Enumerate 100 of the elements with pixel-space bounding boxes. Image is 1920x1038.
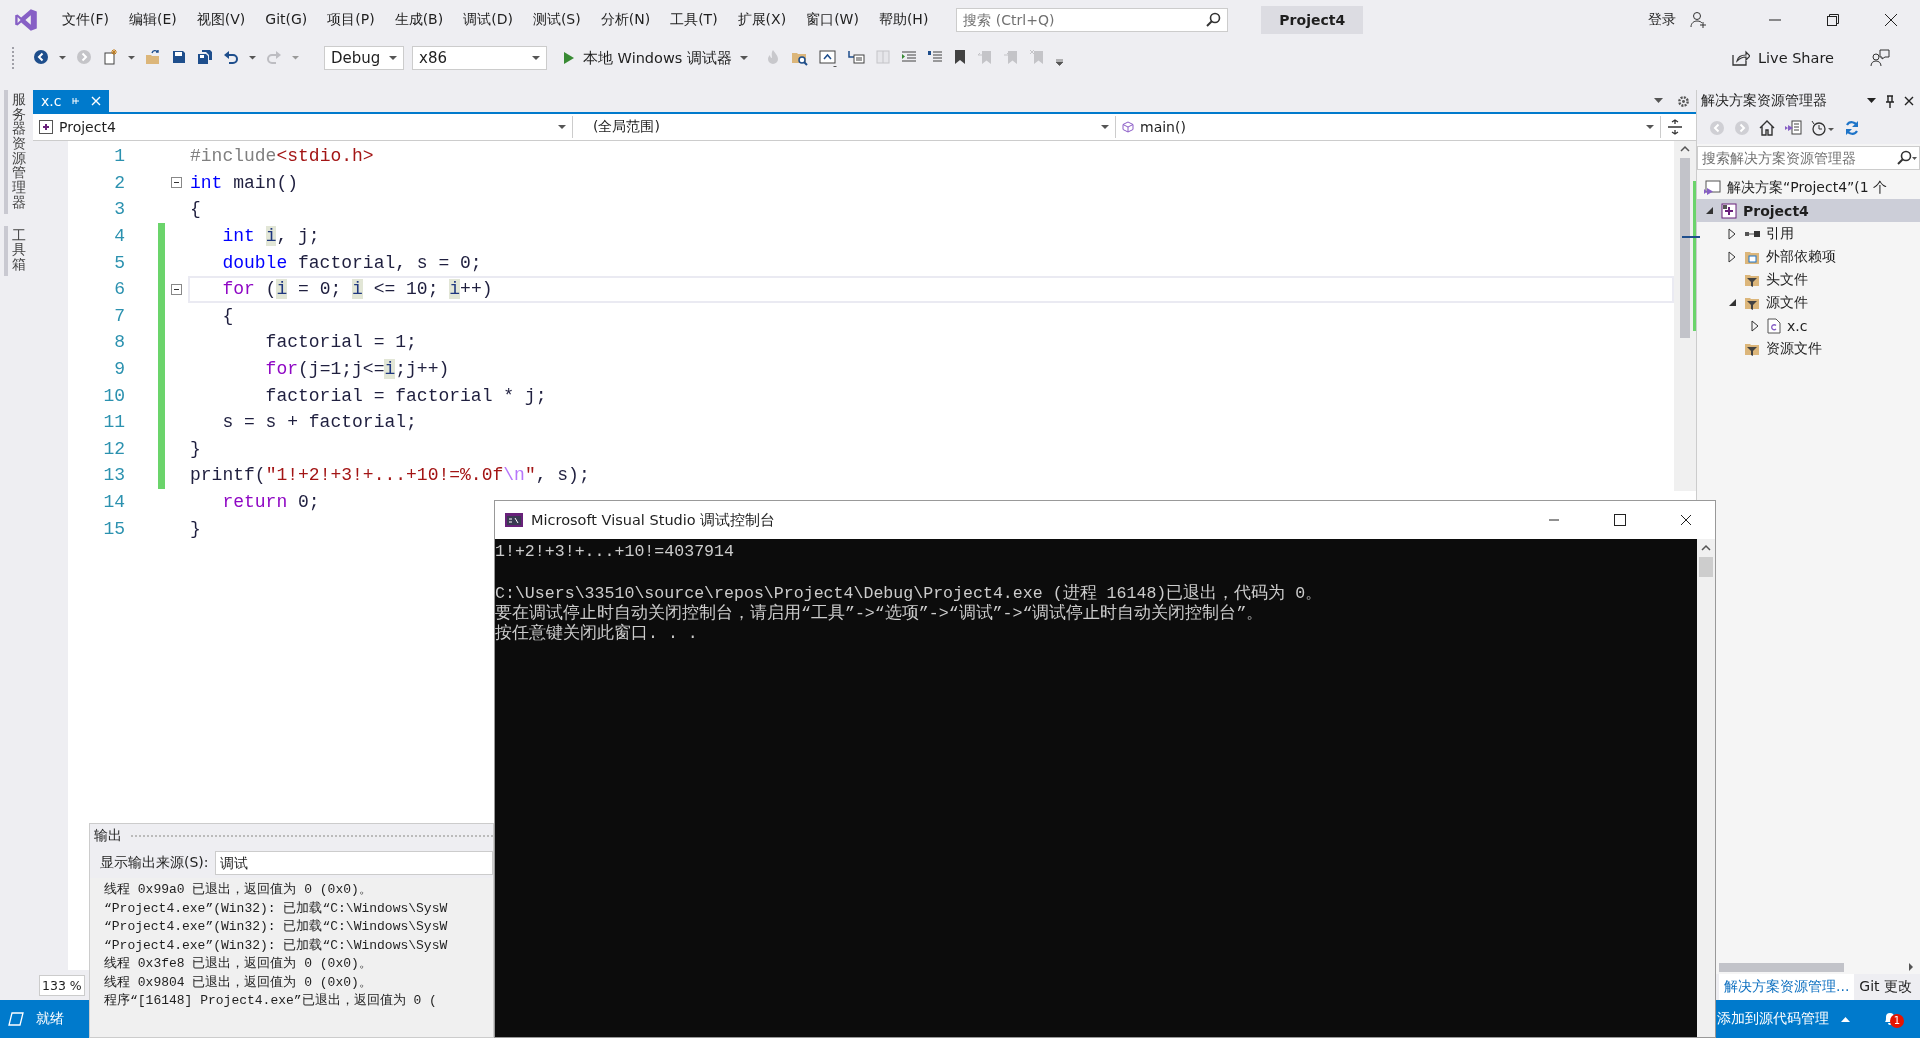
zoom-level[interactable]: 133 %: [39, 974, 85, 996]
live-share-button[interactable]: Live Share: [1725, 49, 1840, 67]
menu-item[interactable]: 文件(F): [52, 11, 119, 29]
tree-item[interactable]: 引用: [1697, 222, 1920, 245]
tree-item[interactable]: x.c: [1697, 314, 1920, 337]
scope-dropdown[interactable]: (全局范围): [573, 116, 1116, 138]
menu-item[interactable]: Git(G): [255, 11, 318, 29]
sign-in-link[interactable]: 登录: [1648, 11, 1676, 29]
close-icon[interactable]: [1904, 96, 1914, 106]
add-user-icon[interactable]: [1690, 11, 1708, 29]
panel-tab[interactable]: Git 更改: [1854, 974, 1918, 1000]
side-tab[interactable]: 工具箱: [4, 225, 29, 276]
step-icon[interactable]: [846, 49, 865, 67]
back-icon[interactable]: [33, 49, 49, 67]
scrollbar[interactable]: [1697, 539, 1715, 1037]
tree-item[interactable]: 源文件: [1697, 291, 1920, 314]
platform-dropdown[interactable]: x86: [412, 46, 547, 70]
menu-item[interactable]: 扩展(X): [727, 11, 797, 29]
tree-item[interactable]: 解决方案“Project4”(1 个: [1697, 176, 1920, 199]
search-field[interactable]: 搜索 (Ctrl+Q): [956, 8, 1229, 32]
close-icon[interactable]: [1884, 13, 1898, 27]
settings-icon[interactable]: [1677, 94, 1690, 108]
maximize-icon[interactable]: [1614, 514, 1626, 526]
menu-item[interactable]: 测试(S): [522, 11, 591, 29]
side-tab[interactable]: 服务器资源管理器: [4, 90, 29, 214]
output-line: “Project4.exe”(Win32): 已加载“C:\Windows\SysW: [104, 918, 449, 936]
menu-item[interactable]: 调试(D): [453, 11, 523, 29]
scroll-thumb[interactable]: [1680, 158, 1690, 338]
save-all-icon[interactable]: [197, 49, 213, 67]
line-number: 5: [113, 252, 125, 273]
bookmark-icon[interactable]: [952, 49, 967, 67]
split-icon[interactable]: [1667, 119, 1683, 135]
output-line: “Project4.exe”(Win32): 已加载“C:\Windows\SysW: [104, 936, 449, 954]
menu-item[interactable]: 生成(B): [384, 11, 454, 29]
code-line: for(j=1;j<=i;j++): [264, 358, 451, 382]
history-icon[interactable]: [1811, 120, 1835, 136]
collapse-icon[interactable]: [171, 283, 182, 295]
caret-icon[interactable]: [1841, 1016, 1850, 1022]
dropdown-icon[interactable]: [1867, 98, 1876, 104]
scroll-thumb[interactable]: [1699, 557, 1713, 577]
close-icon[interactable]: [1680, 514, 1692, 526]
line-number: 9: [113, 359, 125, 380]
home-icon[interactable]: [1759, 120, 1775, 136]
configuration-dropdown[interactable]: Debug: [324, 46, 404, 70]
line-number: 6: [113, 279, 125, 300]
menu-item[interactable]: 项目(P): [317, 11, 385, 29]
panel-tab[interactable]: 解决方案资源管理...: [1719, 974, 1855, 1000]
code-line: factorial = factorial * j;: [264, 384, 548, 408]
collapse-icon[interactable]: [171, 177, 182, 189]
code-line: }: [189, 517, 202, 541]
menu-item[interactable]: 分析(N): [590, 11, 661, 29]
line-number: 1: [113, 146, 125, 167]
start-debugger-button[interactable]: 本地 Windows 调试器: [559, 48, 752, 68]
tree-item[interactable]: 资源文件: [1697, 337, 1920, 360]
caret-icon: [1101, 124, 1109, 130]
pin-icon[interactable]: [1885, 94, 1895, 108]
scroll-thumb[interactable]: [1719, 962, 1844, 972]
collapse-arrow-icon[interactable]: [1727, 298, 1737, 307]
caret-icon: [532, 55, 540, 61]
line-number: 3: [113, 199, 125, 220]
menu-item[interactable]: 工具(T): [660, 11, 728, 29]
project-icon: [1721, 202, 1737, 219]
window-icon[interactable]: [818, 49, 837, 67]
search-icon: [1896, 150, 1918, 166]
new-item-icon[interactable]: [102, 49, 118, 67]
menu-item[interactable]: 视图(V): [186, 11, 256, 29]
code-line: s = s + factorial;: [221, 411, 418, 435]
member-dropdown[interactable]: main(): [1116, 116, 1661, 138]
source-control-button[interactable]: 添加到源代码管理: [1717, 1010, 1829, 1028]
tree-item[interactable]: 头文件: [1697, 268, 1920, 291]
menu-item[interactable]: 帮助(H): [868, 11, 939, 29]
search-field[interactable]: 搜索解决方案资源管理器: [1697, 146, 1920, 170]
undo-icon[interactable]: [223, 49, 239, 67]
code-line: #include<stdio.h>: [189, 145, 375, 169]
expand-arrow-icon[interactable]: [1751, 319, 1759, 332]
output-line: 程序“[16148] Project4.exe”已退出，返回值为 0 (: [104, 992, 438, 1010]
feedback-icon[interactable]: [1870, 49, 1890, 67]
output-source-dropdown[interactable]: 调试: [214, 851, 493, 875]
menu-item[interactable]: 编辑(E): [119, 11, 187, 29]
refresh-icon[interactable]: [1844, 120, 1860, 136]
play-icon: [563, 51, 575, 65]
code-line: double factorial, s = 0;: [221, 251, 483, 275]
tree-item[interactable]: 外部依赖项: [1697, 245, 1920, 268]
menu-item[interactable]: 窗口(W): [796, 11, 869, 29]
scroll-up-icon[interactable]: [1701, 544, 1711, 551]
collapse-arrow-icon[interactable]: [1704, 206, 1714, 215]
open-folder-icon[interactable]: [145, 49, 161, 67]
scroll-right-icon[interactable]: [1908, 962, 1914, 972]
restore-icon[interactable]: [1826, 13, 1840, 27]
project-icon: [39, 120, 53, 134]
c-file-icon: [1767, 317, 1781, 334]
project-dropdown[interactable]: Project4: [33, 116, 573, 138]
tree-item[interactable]: Project4: [1697, 199, 1920, 222]
scroll-up-icon[interactable]: [1680, 145, 1690, 152]
expand-arrow-icon[interactable]: [1728, 250, 1736, 263]
share-icon: [1731, 50, 1750, 66]
dropdown-icon[interactable]: [1654, 98, 1663, 104]
solution-view-icon[interactable]: [1784, 120, 1802, 136]
project-title: Project4: [1261, 6, 1364, 34]
expand-arrow-icon[interactable]: [1728, 227, 1736, 240]
